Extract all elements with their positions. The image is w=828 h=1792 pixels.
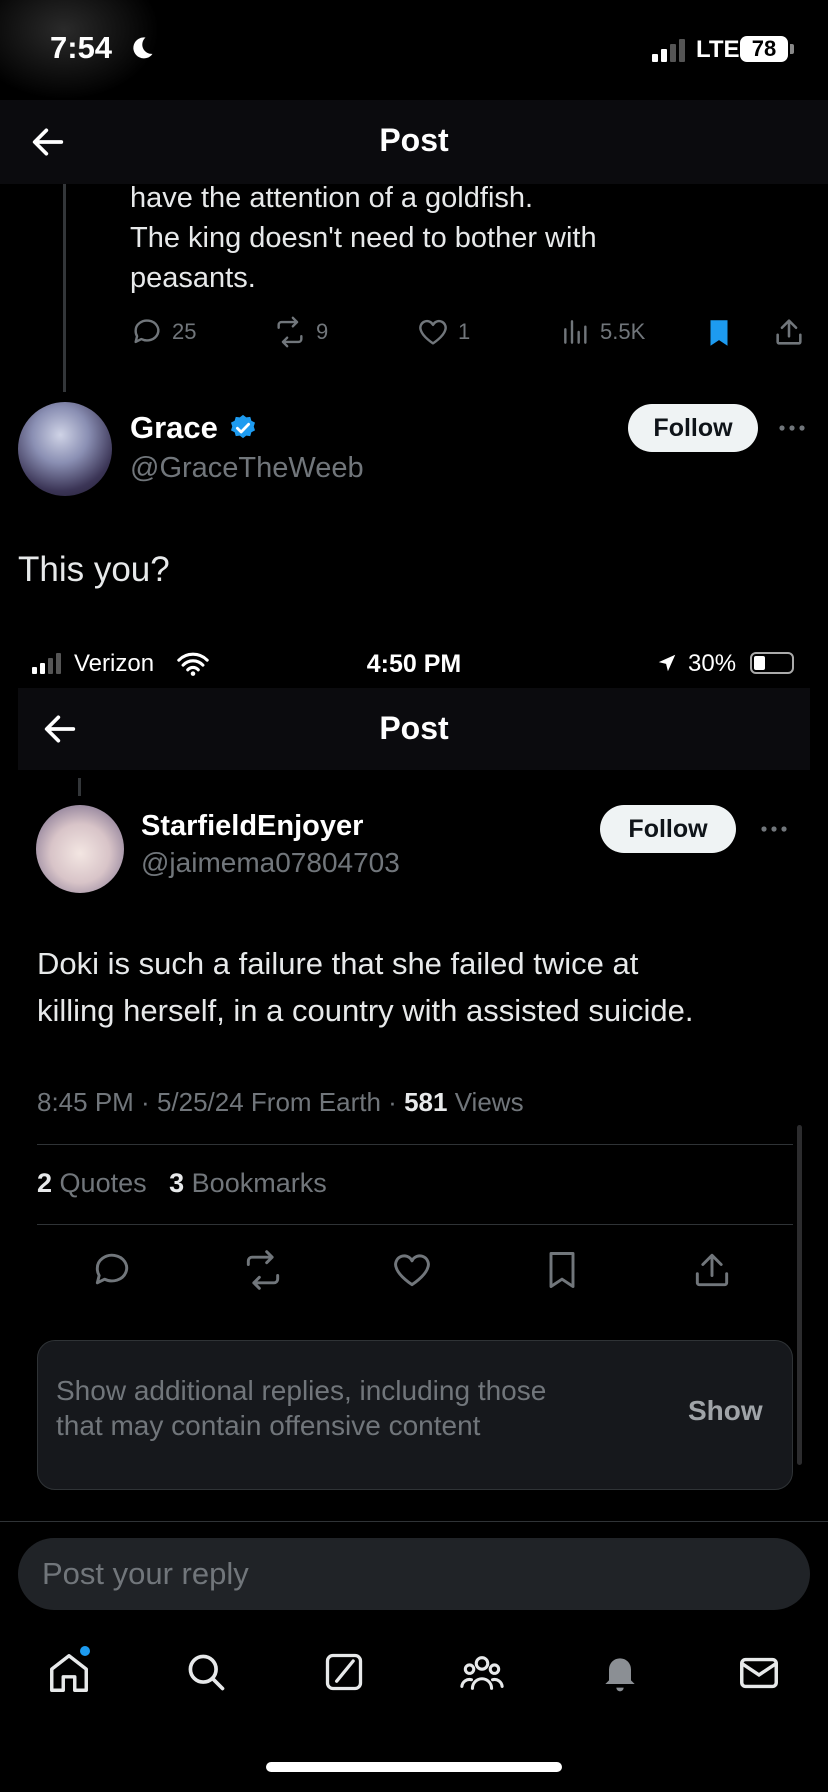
embedded-stats: 2 Quotes 3 Bookmarks (37, 1168, 327, 1199)
embedded-header: Post (18, 688, 810, 770)
embedded-text-line: Doki is such a failure that she failed t… (37, 946, 639, 981)
notifications-icon[interactable] (598, 1650, 642, 1696)
battery-icon: 78 (740, 36, 788, 62)
bookmarks-count: 3 (169, 1168, 185, 1198)
avatar[interactable] (18, 402, 112, 496)
bookmarks-label: Bookmarks (191, 1168, 327, 1198)
follow-button[interactable]: Follow (628, 404, 758, 452)
embedded-handle: @jaimema07804703 (141, 847, 400, 878)
embedded-heart-icon (390, 1248, 434, 1292)
top-header: Post (0, 100, 828, 184)
repost-icon (272, 315, 308, 349)
meta-time: 8:45 PM (37, 1087, 134, 1117)
embedded-meta: 8:45 PM · 5/25/24 From Earth · 581 Views (37, 1087, 524, 1117)
embedded-battery-icon (750, 652, 794, 674)
page-title: Post (379, 122, 449, 158)
share-icon[interactable] (772, 315, 806, 349)
search-icon[interactable] (184, 1650, 228, 1694)
divider (0, 1521, 828, 1522)
grok-icon[interactable] (322, 1650, 366, 1694)
status-time: 7:54 (50, 30, 113, 65)
repost-count: 9 (316, 319, 329, 344)
embedded-repost-icon (240, 1248, 286, 1292)
meta-date: 5/25/24 (156, 1087, 244, 1117)
like-action[interactable]: 1 (416, 315, 470, 349)
meta-source: From Earth (250, 1087, 381, 1117)
divider (37, 1144, 793, 1145)
notice-line: Show additional replies, including those (56, 1375, 547, 1406)
embedded-post-text: Doki is such a failure that she failed t… (37, 940, 797, 1034)
display-name[interactable]: Grace (130, 410, 218, 446)
home-icon[interactable] (46, 1646, 92, 1696)
embedded-notice: Show additional replies, including those… (37, 1340, 793, 1490)
home-indicator (266, 1762, 562, 1772)
reply-text: This you? (18, 550, 170, 589)
embedded-display-name: StarfieldEnjoyer (141, 810, 364, 842)
reply-icon (130, 315, 164, 349)
notice-text: Show additional replies, including those… (56, 1373, 616, 1443)
network-label: LTE (696, 36, 740, 63)
embedded-bookmark-icon (540, 1248, 584, 1292)
meta-views-count: 581 (404, 1087, 448, 1117)
prior-post-line: peasants. (130, 262, 256, 294)
embedded-follow-button: Follow (600, 805, 736, 853)
status-bar: 7:54 LTE 78 (0, 0, 828, 100)
divider (37, 1224, 793, 1225)
embedded-scrollbar (797, 1125, 802, 1465)
views-action[interactable]: 5.5K (560, 315, 645, 349)
reply-action[interactable]: 25 (130, 315, 196, 349)
quotes-count: 2 (37, 1168, 53, 1198)
views-icon (560, 315, 592, 349)
moon-icon (128, 34, 156, 62)
notice-line: that may contain offensive content (56, 1410, 481, 1441)
prior-post-line: have the attention of a goldfish. (130, 182, 534, 214)
embedded-avatar (36, 805, 124, 893)
reply-count: 25 (172, 319, 197, 344)
embedded-thread-line (78, 778, 81, 796)
user-handle[interactable]: @GraceTheWeeb (130, 452, 364, 485)
like-count: 1 (458, 319, 471, 344)
prior-post-line: The king doesn't need to bother with (130, 222, 597, 254)
notice-show-button: Show (688, 1395, 763, 1426)
prior-post-text: have the attention of a goldfish. The ki… (130, 178, 790, 298)
reply-placeholder: Post your reply (42, 1556, 249, 1591)
repost-action[interactable]: 9 (272, 315, 328, 349)
battery-tip (790, 44, 794, 54)
messages-icon[interactable] (736, 1650, 782, 1696)
location-arrow-icon (656, 652, 678, 674)
verified-badge-icon (228, 413, 258, 443)
quotes-label: Quotes (59, 1168, 147, 1198)
communities-icon[interactable] (458, 1650, 506, 1696)
home-notification-dot (80, 1646, 90, 1656)
embedded-share-icon (690, 1248, 734, 1292)
heart-icon (416, 315, 450, 349)
embedded-battery-text: 30% (688, 650, 737, 677)
embedded-title: Post (379, 710, 449, 746)
embedded-more-dots-icon (758, 818, 790, 840)
meta-views-label: Views (454, 1087, 524, 1117)
embedded-screenshot: Verizon 4:50 PM 30% Post StarfieldEnjoye… (18, 640, 810, 1495)
bottom-nav (0, 1640, 828, 1720)
embedded-reply-icon (90, 1248, 134, 1292)
embedded-text-line: killing herself, in a country with assis… (37, 993, 694, 1028)
views-count: 5.5K (600, 319, 646, 344)
bookmark-icon[interactable] (702, 315, 736, 351)
more-dots-icon[interactable] (776, 416, 808, 440)
thread-line (63, 184, 66, 392)
reply-input[interactable]: Post your reply (18, 1538, 810, 1610)
signal-icon (652, 38, 688, 62)
